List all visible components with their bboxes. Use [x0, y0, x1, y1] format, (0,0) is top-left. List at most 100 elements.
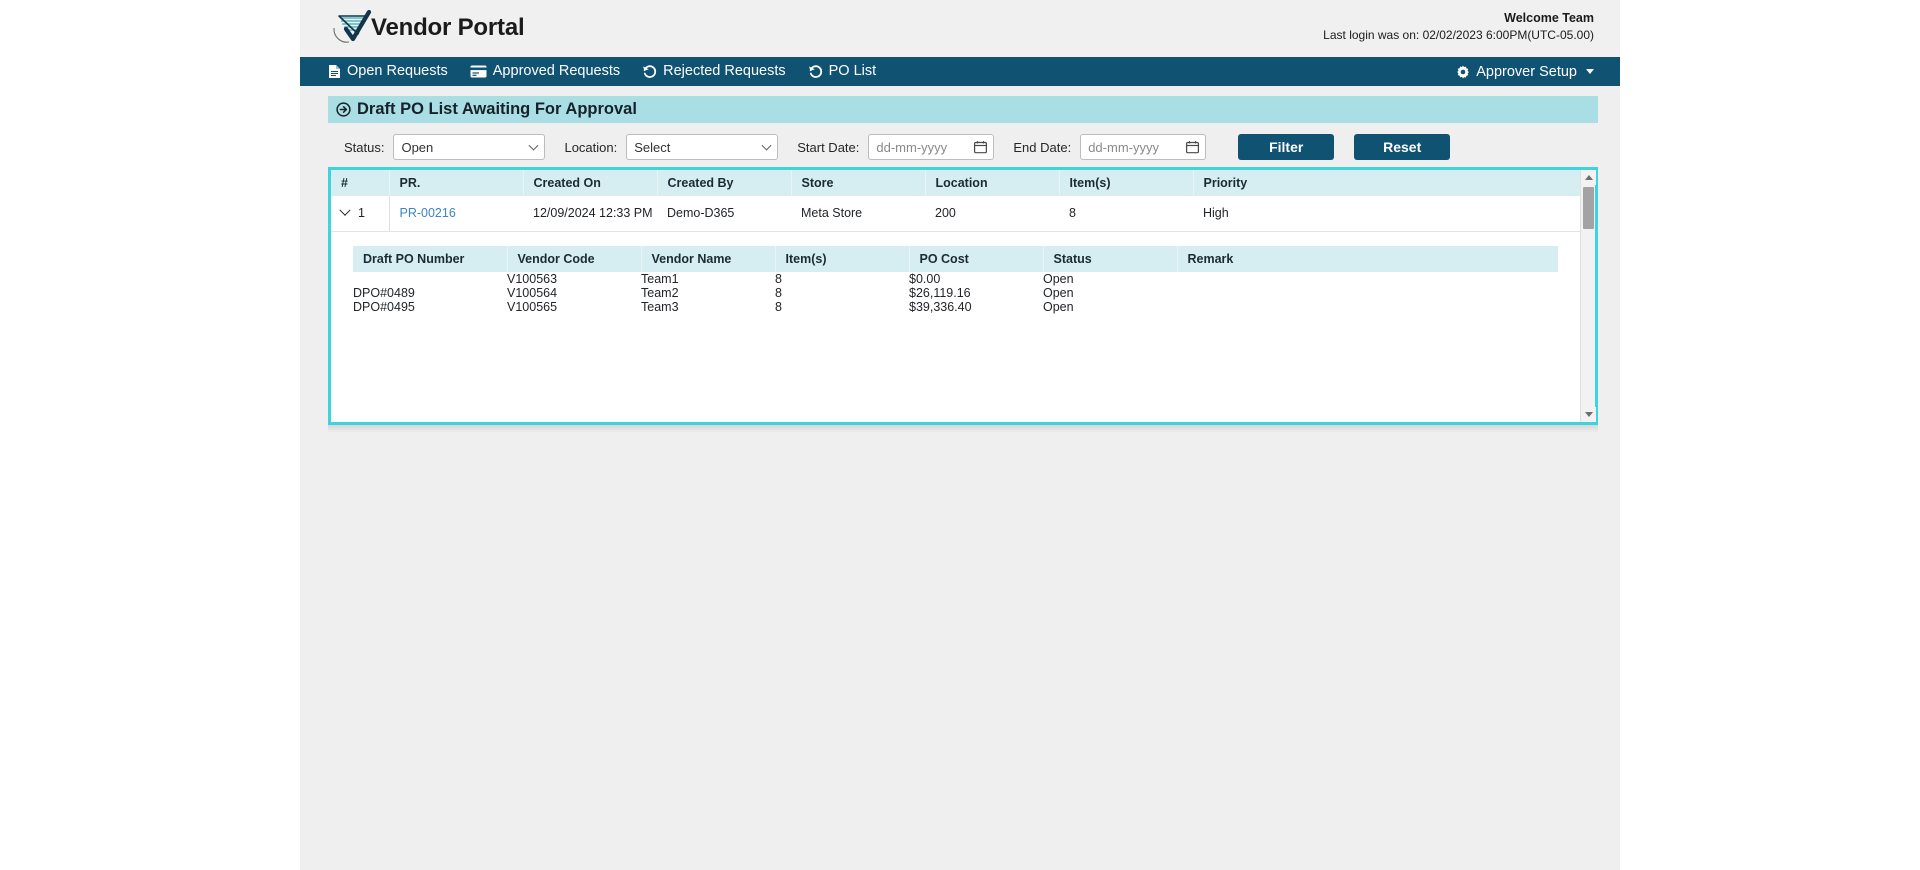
cell-vendor-name: Team2: [641, 285, 775, 300]
nav-item-open-requests-label: Open Requests: [347, 63, 448, 80]
column-header-items[interactable]: Item(s): [1059, 170, 1194, 196]
column-header-created-by[interactable]: Created By: [657, 170, 792, 196]
chevron-down-icon: [761, 140, 772, 151]
expand-row-chevron-down-icon[interactable]: [339, 204, 351, 217]
column-header-store[interactable]: Store: [791, 170, 926, 196]
chevron-down-icon: [1586, 69, 1594, 74]
column-header-items[interactable]: Item(s): [775, 245, 910, 272]
cell-po-cost: $39,336.40: [909, 299, 1043, 314]
welcome-box: Welcome Team Last login was on: 02/02/20…: [1323, 10, 1594, 43]
circle-arrow-icon: [336, 102, 351, 117]
cell-draft-po-number: DPO#0489: [353, 285, 507, 300]
table-row: DPO#0489 V100564 Team2 8 $26,119.16 Open: [353, 285, 1558, 300]
nav-item-open-requests[interactable]: Open Requests: [328, 64, 448, 79]
start-date-placeholder: dd-mm-yyyy: [876, 139, 948, 155]
cell-vendor-code: V100563: [507, 271, 641, 286]
grid-vertical-scrollbar[interactable]: [1580, 170, 1596, 422]
column-header-index[interactable]: #: [331, 170, 390, 196]
cell-remark: [1177, 271, 1558, 286]
calendar-icon[interactable]: [1186, 141, 1200, 154]
row-index-value: 1: [358, 206, 365, 221]
brand-name: Vendor Portal: [371, 14, 525, 41]
cell-created-on: 12/09/2024 12:33 PM: [523, 196, 657, 232]
end-date-label: End Date:: [1013, 139, 1072, 155]
column-header-status[interactable]: Status: [1043, 245, 1178, 272]
gear-icon: [1456, 65, 1470, 79]
cell-status: Open: [1043, 299, 1177, 314]
app-header: Vendor Portal Welcome Team Last login wa…: [300, 0, 1620, 57]
cell-items: 8: [775, 285, 909, 300]
cell-vendor-name: Team1: [641, 271, 775, 286]
history-undo-icon: [808, 64, 823, 79]
end-date-input[interactable]: dd-mm-yyyy: [1080, 134, 1207, 160]
cell-status: Open: [1043, 285, 1177, 300]
draft-po-detail-table: Draft PO Number Vendor Code Vendor Name …: [353, 245, 1558, 314]
cell-draft-po-number: [353, 271, 507, 286]
brand[interactable]: Vendor Portal: [328, 9, 525, 47]
filter-bar: Status: Open Location: Select Start Date…: [328, 123, 1598, 167]
welcome-title: Welcome Team: [1504, 11, 1594, 25]
expanded-detail-row: Draft PO Number Vendor Code Vendor Name …: [331, 231, 1580, 314]
column-header-remark[interactable]: Remark: [1177, 245, 1558, 272]
panel-bottom-shadow: [328, 425, 1598, 433]
nav-item-po-list-label: PO List: [828, 63, 877, 80]
cell-items: 8: [775, 271, 909, 286]
filter-button[interactable]: Filter: [1238, 134, 1335, 160]
table-row: V100563 Team1 8 $0.00 Open: [353, 271, 1558, 286]
scroll-down-arrow-icon[interactable]: [1581, 407, 1596, 422]
location-label: Location:: [564, 139, 618, 155]
page-title: Draft PO List Awaiting For Approval: [328, 96, 1598, 123]
nav-item-approved-requests[interactable]: Approved Requests: [470, 64, 620, 79]
cell-pr: PR-00216: [389, 196, 523, 232]
cell-vendor-code: V100565: [507, 299, 641, 314]
cell-created-by: Demo-D365: [657, 196, 791, 232]
table-row: DPO#0495 V100565 Team3 8 $39,336.40 Open: [353, 299, 1558, 314]
card-icon: [470, 65, 487, 78]
column-header-vendor-code[interactable]: Vendor Code: [507, 245, 642, 272]
column-header-draft-po-number[interactable]: Draft PO Number: [353, 245, 508, 272]
cell-store: Meta Store: [791, 196, 925, 232]
document-icon: [328, 64, 341, 79]
pr-table: # PR. Created On Created By Store Locati…: [331, 170, 1580, 314]
detail-table-header-row: Draft PO Number Vendor Code Vendor Name …: [353, 245, 1558, 272]
start-date-label: Start Date:: [797, 139, 860, 155]
pr-table-header-row: # PR. Created On Created By Store Locati…: [331, 170, 1580, 196]
location-select[interactable]: Select: [626, 134, 779, 160]
page-title-text: Draft PO List Awaiting For Approval: [357, 100, 637, 118]
column-header-pr[interactable]: PR.: [389, 170, 524, 196]
cell-remark: [1177, 285, 1558, 300]
pr-link[interactable]: PR-00216: [400, 206, 456, 220]
column-header-location[interactable]: Location: [925, 170, 1060, 196]
history-undo-icon: [642, 64, 657, 79]
cell-remark: [1177, 299, 1558, 314]
cell-draft-po-number: DPO#0495: [353, 299, 507, 314]
reset-button[interactable]: Reset: [1354, 134, 1451, 160]
column-header-po-cost[interactable]: PO Cost: [909, 245, 1044, 272]
cell-items: 8: [1059, 196, 1193, 232]
nav-item-approver-setup-label: Approver Setup: [1476, 63, 1577, 80]
checkmark-flag-logo-icon: [328, 9, 374, 47]
cell-vendor-name: Team3: [641, 299, 775, 314]
grid-scroll-viewport: # PR. Created On Created By Store Locati…: [331, 170, 1580, 422]
cell-po-cost: $0.00: [909, 271, 1043, 286]
cell-po-cost: $26,119.16: [909, 285, 1043, 300]
status-select[interactable]: Open: [393, 134, 546, 160]
column-header-created-on[interactable]: Created On: [523, 170, 658, 196]
start-date-input[interactable]: dd-mm-yyyy: [868, 134, 995, 160]
nav-item-po-list[interactable]: PO List: [808, 63, 877, 80]
table-row: 1 PR-00216 12/09/2024 12:33 PM Demo-D365…: [331, 196, 1580, 232]
scrollbar-thumb[interactable]: [1583, 187, 1594, 229]
nav-item-rejected-requests[interactable]: Rejected Requests: [642, 64, 786, 79]
column-header-priority[interactable]: Priority: [1193, 170, 1580, 196]
nav-item-approved-requests-label: Approved Requests: [492, 63, 621, 80]
column-header-vendor-name[interactable]: Vendor Name: [641, 245, 776, 272]
status-select-value: Open: [401, 139, 434, 155]
calendar-icon[interactable]: [974, 141, 988, 154]
scroll-up-arrow-icon[interactable]: [1581, 170, 1596, 185]
end-date-placeholder: dd-mm-yyyy: [1088, 139, 1159, 155]
nav-item-approver-setup[interactable]: Approver Setup: [1456, 64, 1594, 80]
cell-location: 200: [925, 196, 1059, 232]
cell-items: 8: [775, 299, 909, 314]
app-page: Vendor Portal Welcome Team Last login wa…: [300, 0, 1620, 870]
content-area: Draft PO List Awaiting For Approval Stat…: [300, 86, 1620, 433]
